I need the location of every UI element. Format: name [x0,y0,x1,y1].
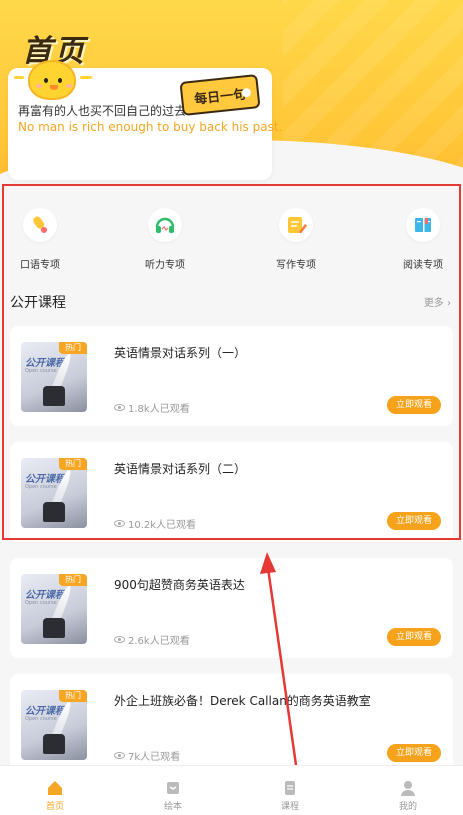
quote-english: No man is rich enough to buy back his pa… [18,120,283,134]
category-reading[interactable]: 阅读专项 [388,208,458,272]
profile-icon [401,781,415,796]
inkwell-icon [43,386,65,406]
hot-badge: 热门 [59,574,87,586]
course-title: 英语情景对话系列（二） [114,462,247,476]
category-listening[interactable]: 听力专项 [130,208,200,272]
tab-profile[interactable]: 我的 [378,772,438,812]
view-count: 10.2k人已观看 [114,516,196,531]
course-title: 英语情景对话系列（一） [114,346,247,360]
book-icon [406,208,440,242]
view-count-text: 1.8k人已观看 [128,404,190,415]
view-count: 7k人已观看 [114,748,180,763]
hot-badge: 热门 [59,690,87,702]
view-count: 2.6k人已观看 [114,632,190,647]
chick-mascot-icon [28,60,76,100]
tab-label: 绘本 [163,802,182,812]
thumb-sub: Open course [25,368,57,374]
category-label: 阅读专项 [403,260,443,271]
course-card[interactable]: 公开课程 Open course 热门 900句超赞商务英语表达 2.6k人已观… [10,558,453,658]
watch-now-button[interactable]: 立即观看 [387,396,441,414]
decor-dash [80,76,92,79]
eye-icon [114,520,125,527]
tag-hole [241,87,252,98]
tab-picture-book[interactable]: 绘本 [143,772,203,812]
view-count-text: 2.6k人已观看 [128,636,190,647]
daily-quote-badge-label: 每日一句 [193,86,247,108]
quote-chinese: 再富有的人也买不回自己的过去. [18,104,190,118]
inkwell-icon [43,618,65,638]
course-title: 外企上班族必备！Derek Callan的商务英语教室 [114,694,371,708]
more-link[interactable]: 更多 › [424,294,451,309]
category-label: 口语专项 [20,260,60,271]
view-count-text: 7k人已观看 [128,752,181,763]
eye-icon [114,636,125,643]
view-count: 1.8k人已观看 [114,400,190,415]
speaking-icon [23,208,57,242]
watch-now-button[interactable]: 立即观看 [387,628,441,646]
view-count-text: 10.2k人已观看 [128,520,197,531]
thumb-sub: Open course [25,484,57,490]
section-title: 公开课程 [10,295,66,311]
category-label: 听力专项 [145,260,185,271]
tab-label: 我的 [398,802,417,812]
headphones-icon [148,208,182,242]
writing-icon [279,208,313,242]
category-label: 写作专项 [276,260,316,271]
thumb-sub: Open course [25,716,57,722]
tab-home[interactable]: 首页 [25,772,85,812]
inkwell-icon [43,734,65,754]
eye-icon [114,752,125,759]
watch-now-button[interactable]: 立即观看 [387,744,441,762]
thumb-sub: Open course [25,600,57,606]
course-card[interactable]: 公开课程 Open course 热门 英语情景对话系列（一） 1.8k人已观看… [10,326,453,426]
hot-badge: 热门 [59,458,87,470]
tab-courses[interactable]: 课程 [260,772,320,812]
home-icon [48,781,62,795]
course-title: 900句超赞商务英语表达 [114,578,245,592]
course-card[interactable]: 公开课程 Open course 热门 英语情景对话系列（二） 10.2k人已观… [10,442,453,542]
watch-now-button[interactable]: 立即观看 [387,512,441,530]
inkwell-icon [43,502,65,522]
category-speaking[interactable]: 口语专项 [5,208,75,272]
hot-badge: 热门 [59,342,87,354]
course-card[interactable]: 公开课程 Open course 热门 外企上班族必备！Derek Callan… [10,674,453,774]
tab-label: 首页 [45,802,64,812]
tab-label: 课程 [280,802,299,812]
course-icon [285,781,295,795]
decor-dash [14,76,24,79]
category-writing[interactable]: 写作专项 [261,208,331,272]
picture-book-icon [167,782,179,794]
bottom-tab-bar: 首页 绘本 课程 我的 [0,765,463,815]
eye-icon [114,404,125,411]
category-row: 口语专项 听力专项 写作专项 阅读专项 [0,200,463,280]
